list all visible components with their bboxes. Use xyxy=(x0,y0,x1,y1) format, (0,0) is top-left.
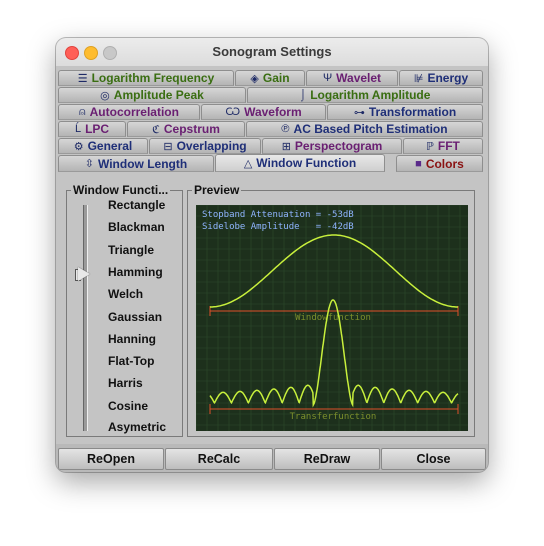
cepstrum-icon: ℭ xyxy=(152,123,160,136)
option-flat-top[interactable]: Flat-Top xyxy=(108,354,154,368)
option-asymetric[interactable]: Asymetric xyxy=(108,420,166,434)
transform-icon: ⊶ xyxy=(353,106,365,119)
tab-logarithm-amplitude[interactable]: ⌡ Logarithm Amplitude xyxy=(247,87,483,103)
energy-icon: ⊯ xyxy=(413,72,424,85)
peak-icon: ◎ xyxy=(100,89,110,102)
preview-group: Preview Stopband Attenuation = -53dB Sid… xyxy=(187,183,475,437)
close-button[interactable]: Close xyxy=(381,448,486,470)
tab-window-length[interactable]: ⇳ Window Length xyxy=(58,155,214,172)
tab-window-function[interactable]: △ Window Function xyxy=(215,154,385,172)
sidelobe-amplitude-text: Sidelobe Amplitude = -42dB xyxy=(202,222,354,232)
overlap-icon: ⊟ xyxy=(163,140,173,153)
log-curve-icon: ⌡ xyxy=(299,89,307,101)
pitch-icon: ℗ xyxy=(281,123,290,135)
tab-colors[interactable]: ■ Colors xyxy=(396,155,483,172)
window-function-group-title: Window Functi... xyxy=(71,183,171,197)
tab-wavelet[interactable]: Ψ Wavelet xyxy=(306,70,398,86)
preview-group-title: Preview xyxy=(192,183,242,197)
tab-transformation[interactable]: ⊶ Transformation xyxy=(327,104,483,120)
window-function-group: Window Functi... Rectangle Blackman Tria… xyxy=(66,183,183,437)
option-harris[interactable]: Harris xyxy=(108,376,143,390)
tab-ac-based-pitch-estimation[interactable]: ℗ AC Based Pitch Estimation xyxy=(246,121,483,137)
waveform-icon: Ѡ xyxy=(225,106,241,118)
reopen-button[interactable]: ReOpen xyxy=(58,448,164,470)
option-gaussian[interactable]: Gaussian xyxy=(108,310,162,324)
bars-icon: ☰ xyxy=(77,72,88,85)
gain-icon: ◈ xyxy=(250,72,259,85)
tab-autocorrelation[interactable]: ⍝ Autocorrelation xyxy=(58,104,200,120)
option-hanning[interactable]: Hanning xyxy=(108,332,156,346)
stopband-attenuation-text: Stopband Attenuation = -53dB xyxy=(202,210,354,220)
perspecto-icon: ⊞ xyxy=(281,140,291,153)
option-hamming[interactable]: Hamming xyxy=(108,265,163,279)
window-function-slider-track[interactable] xyxy=(83,205,88,431)
option-rectangle[interactable]: Rectangle xyxy=(108,198,165,212)
window-function-icon: △ xyxy=(243,157,253,170)
general-icon: ⚙ xyxy=(73,140,84,153)
option-welch[interactable]: Welch xyxy=(108,287,143,301)
lpc-icon: Ĺ xyxy=(74,123,82,135)
window-function-slider-thumb[interactable] xyxy=(78,267,90,281)
transfer-function-label: Transferfunction xyxy=(290,412,377,422)
tab-amplitude-peak[interactable]: ◎ Amplitude Peak xyxy=(58,87,246,103)
preview-canvas: Stopband Attenuation = -53dB Sidelobe Am… xyxy=(196,205,468,431)
tab-gain[interactable]: ◈ Gain xyxy=(235,70,305,86)
tab-overlapping[interactable]: ⊟ Overlapping xyxy=(149,138,261,154)
button-bar: ReOpen ReCalc ReDraw Close xyxy=(56,444,488,472)
tab-general[interactable]: ⚙ General xyxy=(58,138,148,154)
tab-content-window-function: Window Functi... Rectangle Blackman Tria… xyxy=(56,183,488,444)
recalc-button[interactable]: ReCalc xyxy=(165,448,273,470)
redraw-button[interactable]: ReDraw xyxy=(274,448,380,470)
tab-waveform[interactable]: Ѡ Waveform xyxy=(201,104,326,120)
option-triangle[interactable]: Triangle xyxy=(108,243,154,257)
fft-icon: ℙ xyxy=(426,140,434,153)
tab-strip: ☰ Logarithm Frequency ◈ Gain Ψ Wavelet ⊯ Ene… xyxy=(56,66,488,184)
colors-icon: ■ xyxy=(415,157,422,170)
psi-icon: Ψ xyxy=(322,72,333,84)
option-cosine[interactable]: Cosine xyxy=(108,399,148,413)
window-function-label: Windowfunction xyxy=(295,313,371,323)
settings-window: Sonogram Settings ☰ Logarithm Frequency ◈… xyxy=(56,38,488,472)
preview-plot: Stopband Attenuation = -53dB Sidelobe Am… xyxy=(196,205,468,431)
option-blackman[interactable]: Blackman xyxy=(108,220,165,234)
tab-logarithm-frequency[interactable]: ☰ Logarithm Frequency xyxy=(58,70,234,86)
tab-energy[interactable]: ⊯ Energy xyxy=(399,70,483,86)
tab-lpc[interactable]: Ĺ LPC xyxy=(58,121,126,137)
autocorr-icon: ⍝ xyxy=(79,105,86,118)
tab-cepstrum[interactable]: ℭ Cepstrum xyxy=(127,121,245,137)
window-title: Sonogram Settings xyxy=(212,44,332,59)
window-length-icon: ⇳ xyxy=(84,158,94,170)
tab-perspectogram[interactable]: ⊞ Perspectogram xyxy=(262,138,402,154)
title-bar: Sonogram Settings xyxy=(56,38,488,67)
tab-fft[interactable]: ℙ FFT xyxy=(403,138,483,154)
